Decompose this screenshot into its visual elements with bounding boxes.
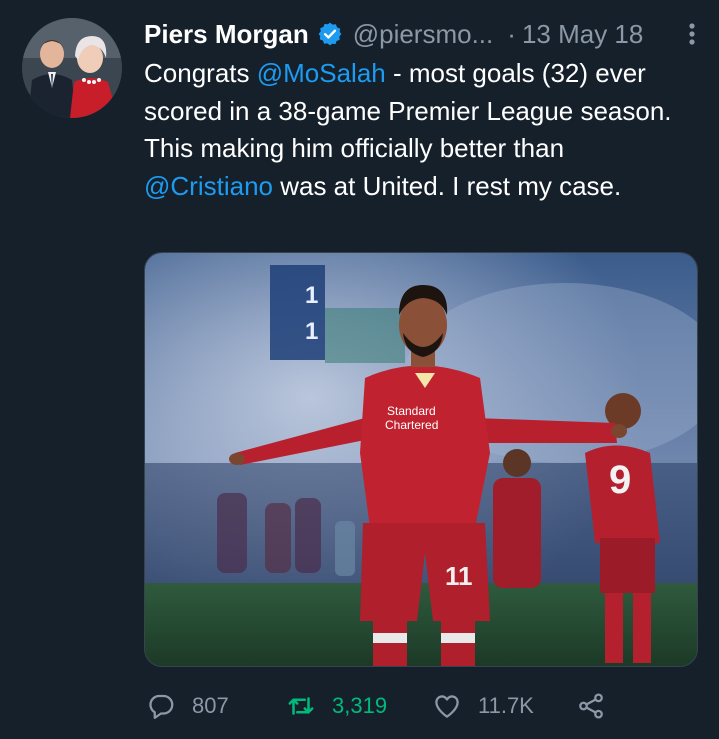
sponsor-line-two: Chartered <box>385 418 438 432</box>
retweet-button[interactable]: 3,319 <box>286 684 387 728</box>
tweet-header: Piers Morgan @piersmo... · 13 May 18 <box>144 17 703 51</box>
like-button[interactable]: 11.7K <box>432 684 534 728</box>
tweet-text-part: was at United. I rest my case. <box>272 170 622 201</box>
mention-link-cristiano[interactable]: @Cristiano <box>144 171 273 201</box>
author-name[interactable]: Piers Morgan <box>144 19 309 50</box>
tweet-photo[interactable]: 1 1 9 Standard Chartered 11 <box>144 252 698 667</box>
shirt-number-right: 9 <box>609 458 631 502</box>
like-count: 11.7K <box>478 693 534 718</box>
tweet-card: Piers Morgan @piersmo... · 13 May 18 Con… <box>0 0 719 739</box>
verified-badge-icon <box>317 21 343 47</box>
retweet-count: 3,319 <box>332 693 388 718</box>
scoreboard-digit: 1 <box>305 282 318 309</box>
tweet-text-part: Congrats <box>144 58 257 88</box>
share-icon <box>579 693 603 719</box>
shirt-sponsor: Standard Chartered <box>385 404 438 432</box>
mention-link-mosalah[interactable]: @MoSalah <box>257 58 386 88</box>
tweet-date[interactable]: 13 May 18 <box>522 19 643 50</box>
share-button[interactable] <box>576 684 606 728</box>
author-handle[interactable]: @piersmo... <box>353 19 494 50</box>
reply-icon <box>149 694 174 719</box>
sponsor-line-one: Standard <box>387 404 436 418</box>
tweet-text: Congrats @MoSalah - most goals (32) ever… <box>144 55 689 205</box>
avatar[interactable] <box>22 18 122 118</box>
heart-icon <box>435 695 459 718</box>
retweet-icon <box>288 697 314 715</box>
shirt-number-main: 11 <box>445 561 473 591</box>
header-separator: · <box>507 18 516 49</box>
scoreboard-digit: 1 <box>305 318 318 345</box>
more-options-icon[interactable] <box>685 19 699 49</box>
reply-button[interactable]: 807 <box>146 684 229 728</box>
tweet-actions-bar: 807 3,319 11.7K <box>144 684 684 728</box>
reply-count: 807 <box>192 693 229 718</box>
